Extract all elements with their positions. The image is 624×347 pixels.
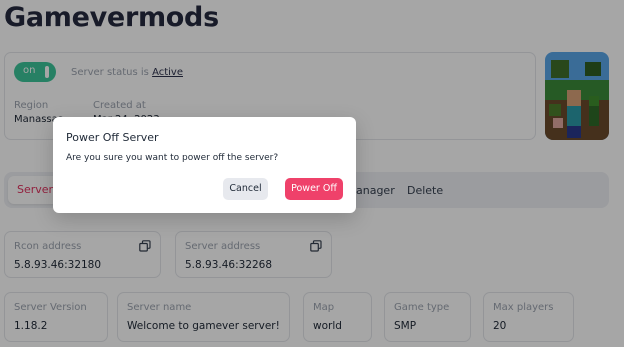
dialog-message: Are you sure you want to power off the s… xyxy=(66,153,279,163)
power-off-dialog: Power Off Server Are you sure you want t… xyxy=(53,117,356,213)
cancel-button[interactable]: Cancel xyxy=(223,178,268,200)
power-off-button[interactable]: Power Off xyxy=(285,178,343,200)
dialog-title: Power Off Server xyxy=(66,131,159,144)
